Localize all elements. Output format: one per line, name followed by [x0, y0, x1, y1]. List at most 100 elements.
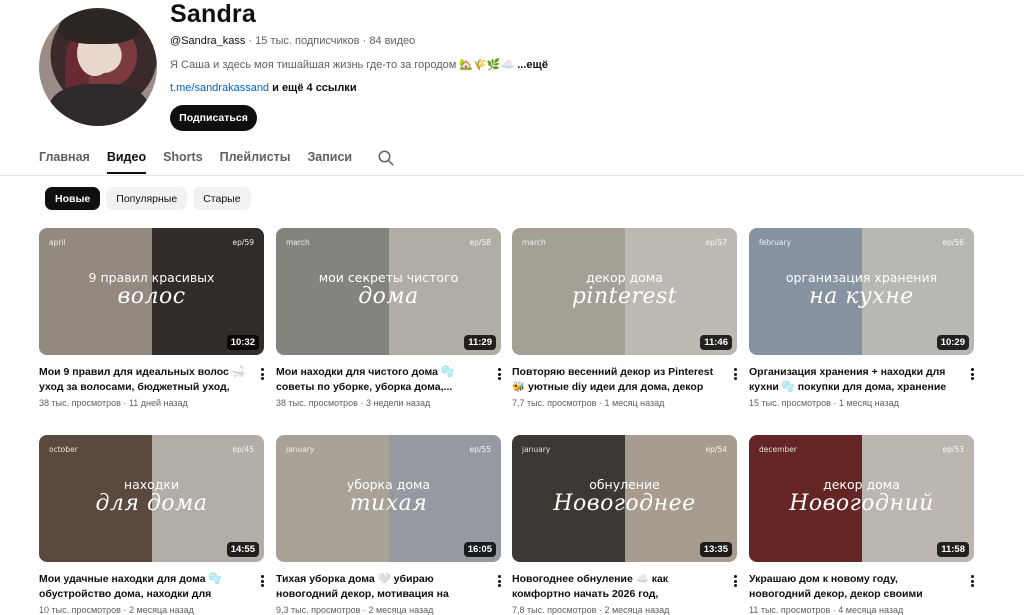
thumbnail-caption-script: pinterest: [571, 284, 678, 309]
upload-age: 4 месяца назад: [838, 605, 904, 615]
tab-posts[interactable]: Записи: [307, 146, 352, 174]
more-options-icon[interactable]: [967, 366, 977, 382]
video-title[interactable]: Новогоднее обнуление ☁️ как комфортно на…: [512, 572, 719, 602]
video-stats: 38 тыс. просмотров · 11 дней назад: [39, 398, 188, 408]
thumbnail-month: october: [49, 445, 78, 454]
chip-newest[interactable]: Новые: [45, 187, 101, 210]
video-thumbnail[interactable]: march ep/58 мои секреты чистого дома 11:…: [276, 228, 501, 355]
view-count: 10 тыс. просмотров: [39, 605, 121, 615]
video-card[interactable]: december ep/53 декор дома Новогодний 11:…: [749, 435, 974, 615]
video-duration: 13:35: [699, 542, 732, 557]
more-options-icon[interactable]: [494, 366, 504, 382]
channel-tabs: Главная Видео Shorts Плейлисты Записи: [39, 146, 395, 176]
video-duration: 10:29: [936, 335, 969, 350]
more-options-icon[interactable]: [494, 573, 504, 589]
video-card[interactable]: march ep/58 мои секреты чистого дома 11:…: [276, 228, 501, 408]
thumbnail-episode: ep/58: [469, 238, 491, 247]
video-count: 84 видео: [369, 35, 416, 47]
view-count: 7,8 тыс. просмотров: [512, 605, 597, 615]
description-more-link[interactable]: ...ещё: [517, 59, 548, 71]
sort-chips: Новые Популярные Старые: [45, 187, 251, 210]
video-title[interactable]: Мои удачные находки для дома 🫧 обустройс…: [39, 572, 246, 602]
video-title[interactable]: Мои 9 правил для идеальных волос 🛁 уход …: [39, 365, 246, 395]
video-duration: 11:29: [464, 335, 496, 350]
video-thumbnail[interactable]: december ep/53 декор дома Новогодний 11:…: [749, 435, 974, 562]
thumbnail-caption-script: для дома: [95, 491, 208, 516]
channel-avatar[interactable]: [39, 8, 157, 126]
more-options-icon[interactable]: [730, 366, 740, 382]
video-stats: 11 тыс. просмотров · 4 месяца назад: [749, 605, 904, 615]
video-thumbnail[interactable]: january ep/55 уборка дома тихая 16:05: [276, 435, 501, 562]
thumbnail-caption-script: волос: [117, 284, 186, 309]
tab-playlists[interactable]: Плейлисты: [220, 146, 291, 174]
video-stats: 9,3 тыс. просмотров · 2 месяца назад: [276, 605, 434, 615]
video-card[interactable]: january ep/55 уборка дома тихая 16:05 Ти…: [276, 435, 501, 615]
tab-shorts[interactable]: Shorts: [163, 146, 203, 174]
view-count: 15 тыс. просмотров: [749, 398, 831, 408]
video-card[interactable]: october ep/45 находки для дома 14:55 Мои…: [39, 435, 264, 615]
thumbnail-caption-script: Новогоднее: [553, 491, 696, 516]
more-options-icon[interactable]: [257, 573, 267, 589]
view-count: 9,3 тыс. просмотров: [276, 605, 361, 615]
more-options-icon[interactable]: [967, 573, 977, 589]
upload-age: 11 дней назад: [128, 398, 188, 408]
thumbnail-episode: ep/59: [232, 238, 254, 247]
tabs-divider: [0, 175, 1024, 176]
video-thumbnail[interactable]: march ep/57 декор дома pinterest 11:46: [512, 228, 737, 355]
thumbnail-month: december: [759, 445, 797, 454]
video-thumbnail[interactable]: february ep/56 организация хранения на к…: [749, 228, 974, 355]
thumbnail-month: march: [286, 238, 310, 247]
channel-name: Sandra: [170, 0, 256, 28]
video-card[interactable]: january ep/54 обнуление Новогоднее 13:35…: [512, 435, 737, 615]
thumbnail-caption: находки: [123, 477, 180, 492]
video-title[interactable]: Мои находки для чистого дома 🫧 советы по…: [276, 365, 483, 395]
thumbnail-caption-script: дома: [358, 284, 419, 309]
more-options-icon[interactable]: [257, 366, 267, 382]
thumbnail-episode: ep/55: [469, 445, 491, 454]
channel-handle: @Sandra_kass: [170, 35, 246, 47]
video-title[interactable]: Тихая уборка дома 🤍 убираю новогодний де…: [276, 572, 483, 602]
video-card[interactable]: february ep/56 организация хранения на к…: [749, 228, 974, 408]
thumbnail-caption: обнуление: [589, 477, 660, 492]
thumbnail-month: february: [759, 238, 791, 247]
video-duration: 14:55: [226, 542, 259, 557]
channel-link[interactable]: t.me/sandrakassand: [170, 82, 269, 94]
more-links-button[interactable]: и ещё 4 ссылки: [272, 82, 356, 94]
chip-oldest[interactable]: Старые: [193, 187, 251, 210]
upload-age: 1 месяц назад: [604, 398, 665, 408]
thumbnail-month: april: [49, 238, 66, 247]
channel-header: Sandra @Sandra_kass · 15 тыс. подписчико…: [39, 0, 999, 135]
view-count: 11 тыс. просмотров: [749, 605, 831, 615]
thumbnail-month: january: [286, 445, 315, 454]
search-icon[interactable]: [377, 149, 395, 167]
upload-age: 1 месяц назад: [838, 398, 899, 408]
more-options-icon[interactable]: [730, 573, 740, 589]
tab-home[interactable]: Главная: [39, 146, 90, 174]
subscribe-button[interactable]: Подписаться: [170, 105, 257, 131]
thumbnail-episode: ep/54: [705, 445, 727, 454]
video-stats: 38 тыс. просмотров · 3 недели назад: [276, 398, 431, 408]
view-count: 38 тыс. просмотров: [39, 398, 121, 408]
thumbnail-caption-script: на кухне: [809, 284, 914, 309]
video-duration: 10:32: [226, 335, 259, 350]
video-thumbnail[interactable]: january ep/54 обнуление Новогоднее 13:35: [512, 435, 737, 562]
video-title[interactable]: Повторяю весенний декор из Pinterest 🐝 у…: [512, 365, 719, 395]
thumbnail-episode: ep/57: [705, 238, 727, 247]
chip-popular[interactable]: Популярные: [106, 187, 188, 210]
channel-links: t.me/sandrakassand и ещё 4 ссылки: [170, 82, 357, 94]
video-thumbnail[interactable]: april ep/59 9 правил красивых волос 10:3…: [39, 228, 264, 355]
thumbnail-caption-script: тихая: [349, 491, 428, 516]
upload-age: 2 месяца назад: [604, 605, 670, 615]
upload-age: 2 месяца назад: [368, 605, 434, 615]
video-thumbnail[interactable]: october ep/45 находки для дома 14:55: [39, 435, 264, 562]
video-stats: 7,8 тыс. просмотров · 2 месяца назад: [512, 605, 670, 615]
video-duration: 11:58: [937, 542, 969, 557]
video-card[interactable]: march ep/57 декор дома pinterest 11:46 П…: [512, 228, 737, 408]
tab-videos[interactable]: Видео: [106, 146, 147, 174]
video-title[interactable]: Организация хранения + находки для кухни…: [749, 365, 956, 395]
upload-age: 2 месяца назад: [128, 605, 194, 615]
thumbnail-episode: ep/45: [232, 445, 254, 454]
video-card[interactable]: april ep/59 9 правил красивых волос 10:3…: [39, 228, 264, 408]
channel-description[interactable]: Я Саша и здесь моя тишайшая жизнь где-то…: [170, 58, 548, 71]
video-title[interactable]: Украшаю дом к новому году, новогодний де…: [749, 572, 956, 602]
